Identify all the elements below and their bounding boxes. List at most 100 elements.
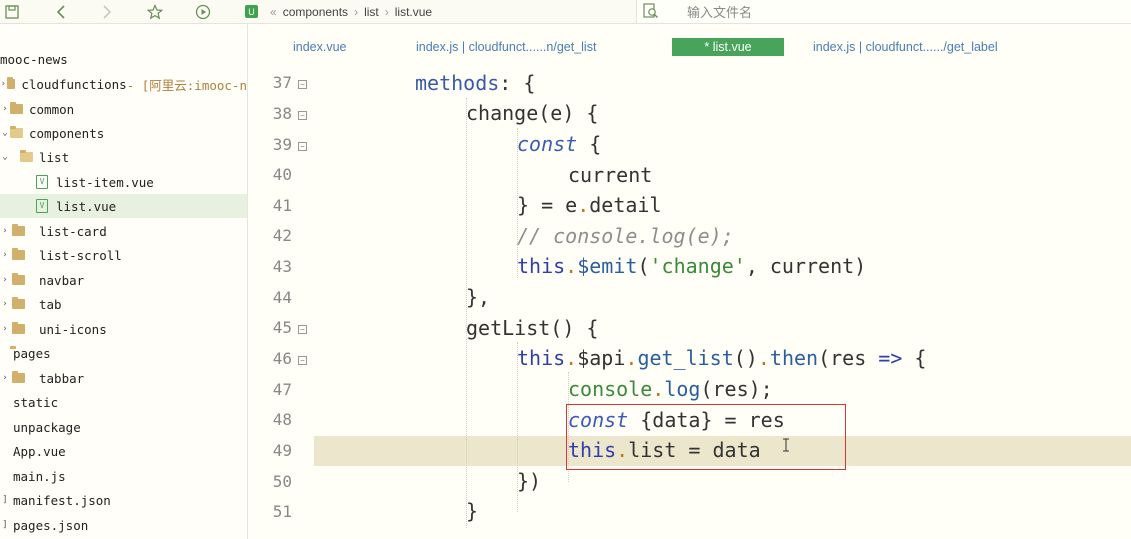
tree-folder-list-card[interactable]: › list-card [0, 219, 247, 243]
tree-item-label: static [13, 394, 59, 410]
folder-open-icon [20, 150, 33, 162]
tree-item-label: list-scroll [39, 247, 122, 263]
tree-file-app-vue[interactable]: App.vue [0, 439, 247, 463]
file-search-input[interactable] [685, 2, 1109, 22]
tab-index-js-get-list[interactable]: index.js | cloudfunct......n/get_list [416, 38, 596, 56]
folder-icon [12, 224, 25, 236]
line-number: 45 [272, 318, 292, 337]
tree-file-main-js[interactable]: main.js [0, 464, 247, 488]
code-line-43: this.$emit('change', current) [517, 254, 867, 278]
breadcrumb-separator: « [270, 4, 277, 19]
tree-file-list-vue[interactable]: V list.vue [0, 194, 247, 218]
tree-project-root[interactable]: mooc-news [0, 47, 247, 71]
fold-toggle[interactable]: − [298, 325, 307, 334]
tree-item-label: manifest.json [13, 492, 111, 508]
chevron-down-icon: ⌄ [2, 152, 8, 162]
code-line-40: current [568, 163, 653, 187]
tree-folder-cloudfunctions[interactable]: › cloudfunctions - [阿里云:imooc-n [0, 72, 247, 96]
chevron-right-icon: › [2, 250, 8, 260]
code-line-39: const { [517, 132, 602, 156]
folder-icon [12, 248, 25, 260]
chevron-right-icon: › [2, 324, 8, 334]
code-line-41: } = e.detail [517, 193, 662, 217]
tree-folder-tabbar[interactable]: › tabbar [0, 366, 247, 390]
tree-item-label: common [29, 101, 75, 117]
code-line-38: change(e) { [466, 101, 599, 125]
forward-icon[interactable] [96, 0, 118, 23]
line-number: 39 [272, 135, 292, 154]
vue-file-icon: V [36, 199, 48, 213]
fold-toggle[interactable]: − [298, 111, 307, 120]
chevron-right-icon: › [0, 79, 7, 89]
code-line-42: // console.log(e); [517, 224, 734, 248]
line-number: 51 [272, 502, 292, 521]
folder-icon [12, 322, 25, 334]
tree-item-label: unpackage [13, 419, 81, 435]
tree-item-label: navbar [39, 272, 85, 288]
code-line-46: this.$api.get_list().then(res => { [517, 346, 927, 370]
breadcrumb-item-list-vue[interactable]: list.vue [395, 5, 432, 19]
annotation-highlight-box [566, 404, 846, 470]
chevron-right-icon: › [2, 373, 8, 383]
chevron-down-icon: ⌄ [2, 128, 8, 138]
tree-file-list-item-vue[interactable]: V list-item.vue [0, 170, 283, 194]
run-icon[interactable] [192, 0, 214, 23]
line-number: 37 [272, 73, 292, 92]
tab-index-js-get-label[interactable]: index.js | cloudfunct....../get_label [813, 38, 998, 56]
tree-folder-components[interactable]: ⌄ components [0, 121, 247, 145]
tree-folder-navbar[interactable]: › navbar [0, 268, 247, 292]
tree-folder-tab[interactable]: › tab [0, 292, 247, 316]
line-number: 48 [272, 410, 292, 429]
folder-icon [6, 77, 16, 89]
tree-item-label: tab [39, 296, 62, 312]
code-line-47: console.log(res); [568, 377, 773, 401]
tab-index-vue[interactable]: index.vue [293, 38, 347, 56]
line-number: 42 [272, 226, 292, 245]
editor-tabs: index.vue index.js | cloudfunct......n/g… [258, 34, 1131, 60]
breadcrumb-separator: › [384, 4, 389, 19]
folder-icon [12, 371, 25, 383]
back-icon[interactable] [50, 0, 72, 23]
line-number: 46 [272, 349, 292, 368]
folder-open-icon [10, 126, 23, 138]
file-search-box [636, 0, 1131, 23]
breadcrumb: U « components › list › list.vue [245, 0, 432, 23]
tree-file-pages-json[interactable]: ] pages.json [0, 513, 247, 537]
folder-icon [10, 102, 23, 114]
fold-toggle[interactable]: − [298, 356, 307, 365]
folder-icon [12, 273, 25, 285]
tree-item-label: list-card [39, 223, 107, 239]
tree-folder-common[interactable]: › common [0, 97, 247, 121]
tree-item-label: components [29, 125, 105, 141]
line-number: 50 [272, 472, 292, 491]
vue-file-icon: V [36, 175, 48, 189]
tree-folder-list-scroll[interactable]: › list-scroll [0, 243, 247, 267]
breadcrumb-separator: › [354, 4, 359, 19]
tree-folder-static[interactable]: static [0, 390, 247, 414]
save-icon[interactable] [1, 0, 23, 23]
project-explorer: mooc-news › cloudfunctions - [阿里云:imooc-… [0, 24, 248, 539]
tree-item-label: main.js [13, 468, 66, 484]
tree-file-manifest-json[interactable]: ] manifest.json [0, 488, 247, 512]
breadcrumb-item-list[interactable]: list [364, 5, 379, 19]
star-icon[interactable] [144, 0, 166, 23]
code-line-50: }) [517, 469, 542, 493]
fold-toggle[interactable]: − [298, 80, 307, 89]
tree-folder-uni-icons[interactable]: › uni-icons [0, 317, 247, 341]
tree-item-label: list [39, 149, 70, 165]
tree-folder-unpackage[interactable]: unpackage [0, 415, 247, 439]
tree-item-label: list.vue [56, 198, 117, 214]
tree-folder-pages[interactable]: pages [0, 341, 247, 365]
line-number: 47 [272, 380, 292, 399]
code-line-45: getList() { [466, 316, 599, 340]
code-line-51: } [466, 499, 479, 523]
fold-toggle[interactable]: − [298, 142, 307, 151]
tree-folder-list[interactable]: ⌄ list [0, 145, 247, 169]
chevron-right-icon: › [2, 275, 8, 285]
tab-list-vue[interactable]: * list.vue [672, 38, 784, 56]
breadcrumb-item-components[interactable]: components [283, 5, 348, 19]
tree-item-label: cloudfunctions [21, 76, 127, 92]
chevron-right-icon: › [2, 299, 8, 309]
chevron-right-icon: › [2, 226, 8, 236]
tree-item-label: mooc-news [0, 51, 68, 67]
